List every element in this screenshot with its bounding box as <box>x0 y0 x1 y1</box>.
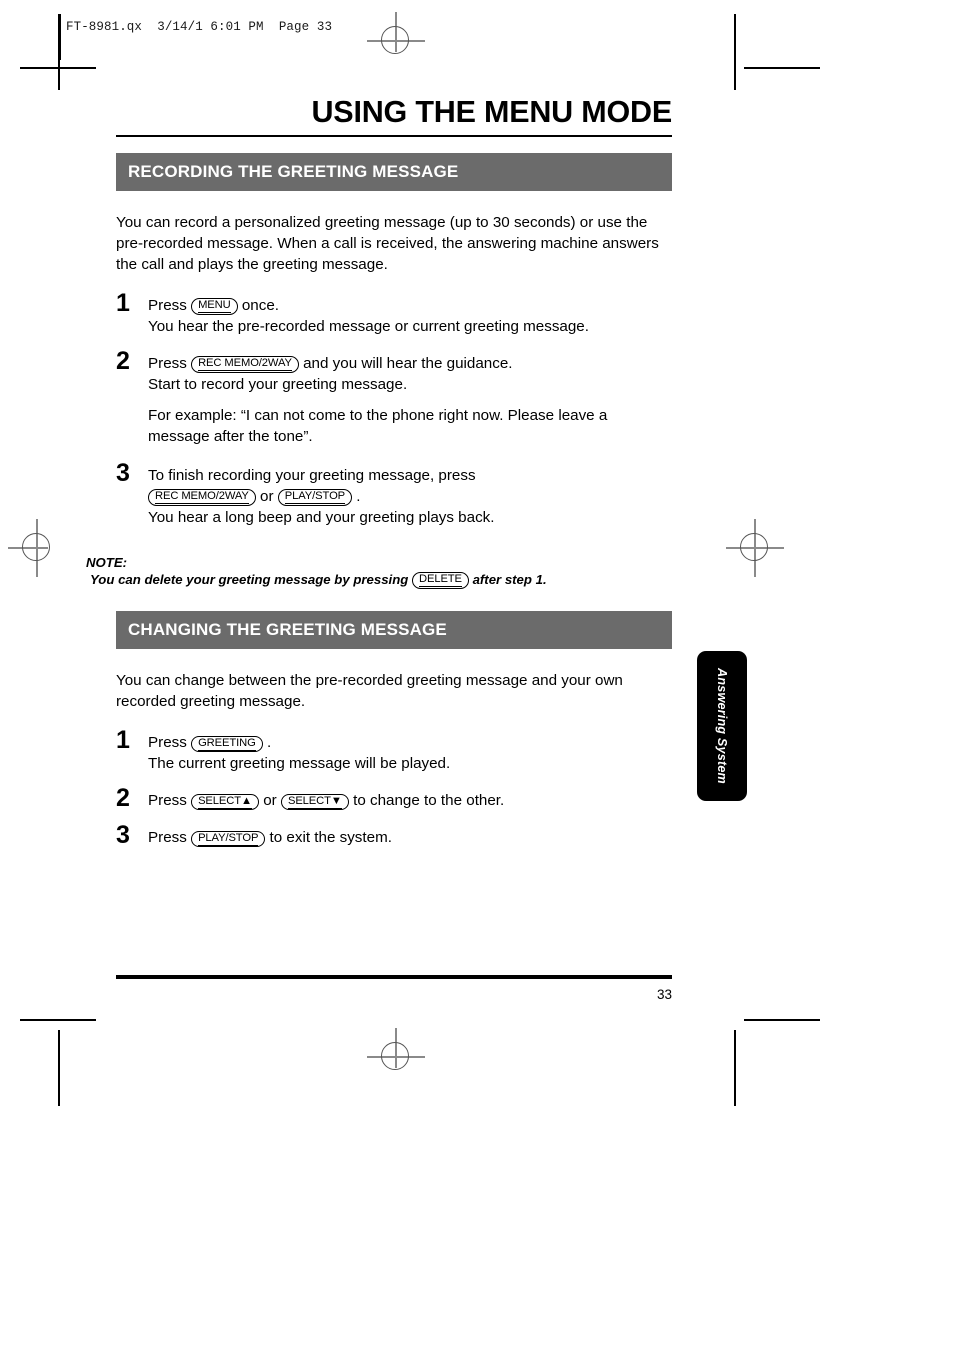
page-number: 33 <box>656 986 672 1002</box>
crop-mark-top-left-horizontal <box>20 67 96 69</box>
key-greeting[interactable]: GREETING <box>191 735 263 753</box>
step-sub-text: You hear the pre-recorded message or cur… <box>148 317 589 335</box>
note-label: NOTE: <box>86 554 128 570</box>
key-rec-memo-2way[interactable]: REC MEMO/2WAY <box>148 489 256 506</box>
step-number: 3 <box>116 458 130 487</box>
note-block: NOTE: You can delete your greeting messa… <box>86 555 672 590</box>
key-play-stop[interactable]: PLAY/STOP <box>277 489 353 506</box>
registration-mark-left <box>8 519 66 577</box>
step-lead-text: Press <box>148 829 187 847</box>
note-text-after: after step 1. <box>472 571 547 587</box>
key-rec-memo-2way[interactable]: REC MEMO/2WAY <box>191 356 299 373</box>
section-intro-recording: You can record a personalized greeting m… <box>116 214 659 273</box>
step-item: 3 To finish recording your greeting mess… <box>116 460 672 529</box>
step-sub-text: Start to record your greeting message. <box>148 375 408 393</box>
step-number: 1 <box>116 288 130 317</box>
step-conjunction: or <box>263 792 277 810</box>
crop-mark-top-right-horizontal <box>744 67 820 69</box>
step-number: 2 <box>116 346 130 375</box>
page-title: USING THE MENU MODE <box>311 95 672 129</box>
crop-mark-bottom-left-horizontal <box>20 1019 96 1021</box>
side-tab-answering-system: Answering System <box>697 651 747 801</box>
registration-mark-top <box>367 12 425 70</box>
crop-mark-bottom-right-horizontal <box>744 1019 820 1021</box>
step-trailing-text: to change to the other. <box>353 792 505 810</box>
section-heading-changing: CHANGING THE GREETING MESSAGE <box>116 611 672 650</box>
example-label: For example: <box>148 406 237 424</box>
key-menu[interactable]: MENU <box>191 298 238 315</box>
step-conjunction: or <box>260 487 274 505</box>
example-block: For example: “I can not come to the phon… <box>116 406 672 448</box>
printed-page: FT-8981.qx 3/14/1 6:01 PM Page 33 USING … <box>0 0 954 1351</box>
step-trailing-text: to exit the system. <box>269 829 392 847</box>
key-play-stop[interactable]: PLAY/STOP <box>191 830 266 848</box>
section-heading-recording: RECORDING THE GREETING MESSAGE <box>116 153 672 192</box>
step-item: 3 Press PLAY/STOP to exit the system. <box>116 823 672 849</box>
registration-mark-right <box>726 519 784 577</box>
step-trailing-text: . <box>266 734 272 752</box>
note-text: You can delete your greeting message by … <box>90 570 672 590</box>
step-lead-text: Press <box>148 296 187 314</box>
page-content: USING THE MENU MODE RECORDING THE GREETI… <box>86 95 672 865</box>
step-lead-text: Press <box>148 354 187 372</box>
crop-mark-bottom-right-vertical <box>734 1030 736 1106</box>
section-intro-changing: You can change between the pre-recorded … <box>116 672 623 711</box>
step-number: 2 <box>116 784 130 813</box>
step-lead-text: Press <box>148 792 187 810</box>
step-lead-text: To finish recording your greeting messag… <box>148 466 476 484</box>
step-item: 1 Press MENU once. You hear the pre-reco… <box>116 290 672 338</box>
title-divider <box>116 135 672 138</box>
printer-slug: FT-8981.qx 3/14/1 6:01 PM Page 33 <box>66 20 333 34</box>
slug-divider <box>59 14 61 60</box>
step-lead-text: Press <box>148 734 187 752</box>
crop-mark-bottom-left-vertical <box>58 1030 60 1106</box>
step-item: 2 Press REC MEMO/2WAY and you will hear … <box>116 348 672 396</box>
registration-mark-bottom <box>367 1028 425 1086</box>
key-select-up[interactable]: SELECT▲ <box>191 793 259 811</box>
step-trailing-text: . <box>356 487 361 505</box>
side-tab-label: Answering System <box>715 668 729 784</box>
note-text-before: You can delete your greeting message by … <box>90 571 409 587</box>
step-trailing-text: once. <box>241 296 279 314</box>
page-footer: 33 <box>116 975 672 1002</box>
crop-mark-top-right-vertical <box>734 14 736 90</box>
step-trailing-text: and you will hear the guidance. <box>303 354 513 372</box>
key-select-down[interactable]: SELECT▼ <box>280 793 349 811</box>
step-number: 1 <box>116 726 130 755</box>
step-sub-text: You hear a long beep and your greeting p… <box>148 508 495 526</box>
step-number: 3 <box>116 821 130 850</box>
step-item: 1 Press GREETING . The current greeting … <box>116 728 672 775</box>
step-sub-text: The current greeting message will be pla… <box>148 755 451 773</box>
key-delete[interactable]: DELETE <box>411 572 469 589</box>
step-item: 2 Press SELECT▲ or SELECT▼ to change to … <box>116 786 672 812</box>
